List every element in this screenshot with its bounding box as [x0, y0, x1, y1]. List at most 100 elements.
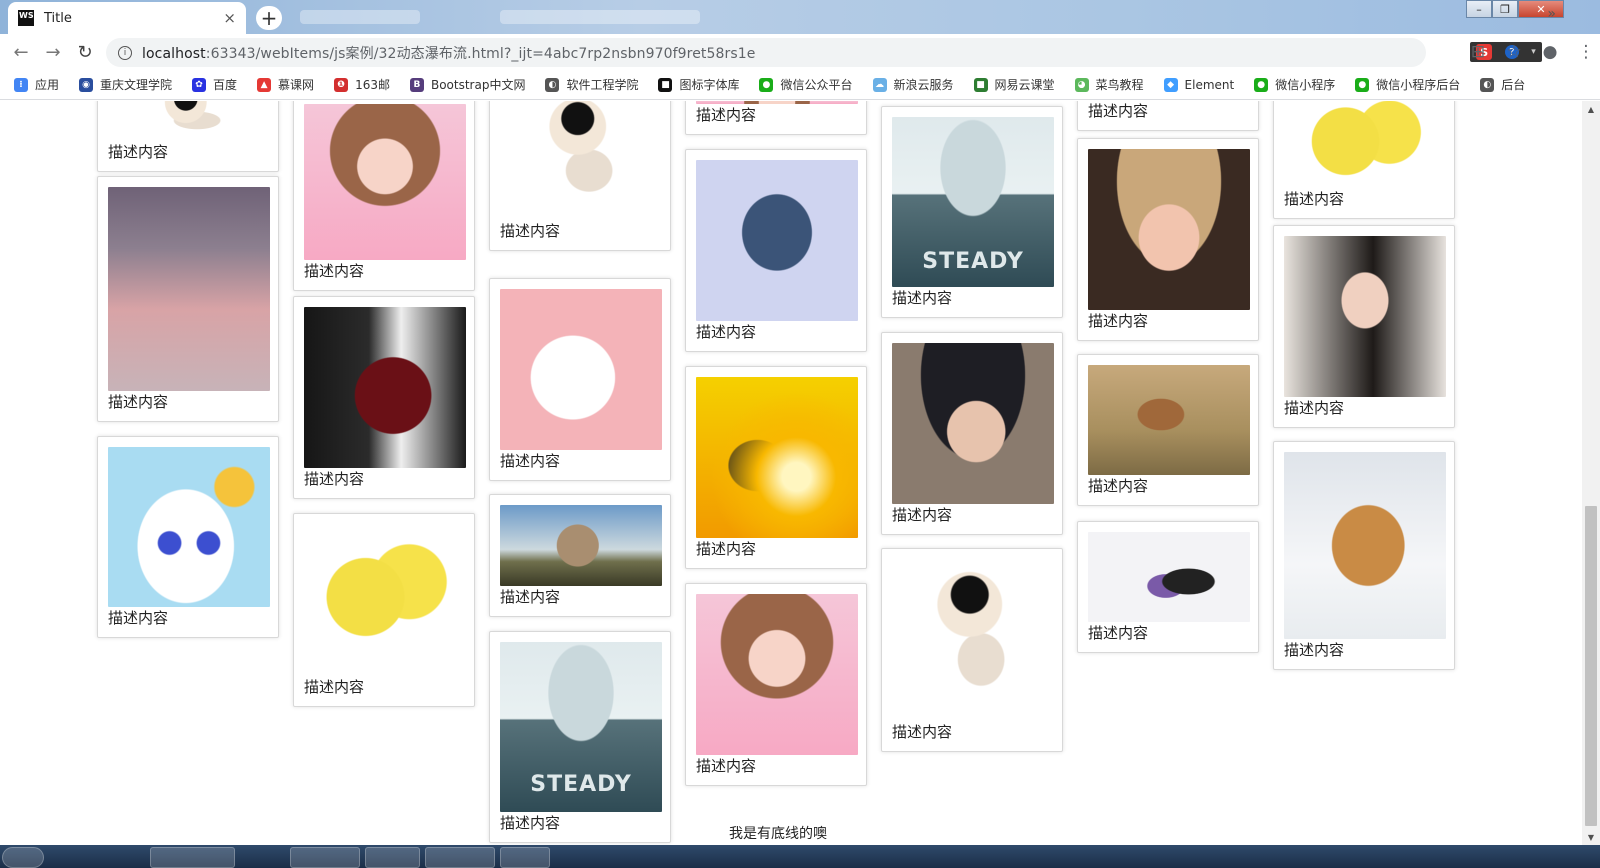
bookmark-item[interactable]: ◉ 重庆文理学院	[79, 76, 172, 93]
bookmark-icon: ◆	[1163, 77, 1178, 92]
background-tab[interactable]	[300, 10, 420, 24]
scroll-down-icon[interactable]: ▼	[1582, 829, 1600, 845]
bookmark-item[interactable]: ◐ 后台	[1480, 76, 1525, 93]
minimize-button[interactable]: –	[1466, 0, 1492, 18]
card-image	[1284, 101, 1446, 188]
taskbar-app[interactable]	[425, 847, 495, 868]
card-caption: 描述内容	[500, 814, 561, 832]
reload-button[interactable]: ↻	[69, 36, 101, 68]
taskbar-app[interactable]	[500, 847, 550, 868]
site-info-icon[interactable]: i	[118, 45, 132, 60]
waterfall-card[interactable]: 描述内容	[489, 494, 671, 617]
bookmark-item[interactable]: ☁ 新浪云服务	[872, 76, 954, 93]
waterfall-card[interactable]: STEADY 描述内容	[881, 106, 1063, 318]
bookmark-item[interactable]: ◆ Element	[1163, 77, 1234, 92]
address-bar[interactable]: i localhost:63343/webItems/js案例/32动态瀑布流.…	[106, 38, 1542, 67]
bookmark-item[interactable]: ● 微信小程序后台	[1355, 76, 1460, 93]
bookmark-item[interactable]: ◐ 软件工程学院	[545, 76, 638, 93]
menu-icon[interactable]: ⋮	[1568, 42, 1600, 62]
bookmark-label: 应用	[35, 78, 60, 92]
bookmarks-bar: ⁝ 应用 ◉ 重庆文理学院 ✿ 百度 ▲ 慕课网 ❶ 163邮 B Bootstrap中文网 ◐ 软件工程…	[0, 70, 1600, 100]
bookmark-label: 软件工程学院	[566, 78, 639, 92]
bookmark-item[interactable]: ● 微信小程序	[1254, 76, 1335, 93]
bookmark-icon: B	[409, 77, 424, 92]
waterfall-card[interactable]: 描述内容	[685, 101, 867, 135]
waterfall-card[interactable]: 描述内容	[1077, 101, 1259, 131]
bookmark-item[interactable]: ▲ 慕课网	[257, 76, 314, 93]
waterfall-card[interactable]: 描述内容	[1273, 441, 1455, 670]
bookmark-star-icon[interactable]: ☆	[1496, 42, 1532, 62]
waterfall-card[interactable]: 描述内容	[293, 101, 475, 291]
waterfall-card[interactable]: 描述内容	[685, 149, 867, 352]
bookmark-item[interactable]: ● 微信公众平台	[759, 76, 853, 93]
bookmark-icon: ■	[658, 77, 673, 92]
taskbar-app[interactable]	[365, 847, 420, 868]
waterfall-card[interactable]: 描述内容	[685, 366, 867, 569]
restore-button[interactable]: ❐	[1492, 0, 1518, 18]
bottom-line-text: 我是有底线的噢	[729, 826, 827, 842]
card-caption: 描述内容	[304, 678, 365, 696]
waterfall-card[interactable]: 描述内容	[97, 436, 279, 638]
bookmark-item[interactable]: ❶ 163邮	[334, 76, 390, 93]
waterfall-card[interactable]: 描述内容	[685, 583, 867, 786]
waterfall-card[interactable]: 描述内容	[489, 278, 671, 481]
bookmark-item[interactable]: ■ 网易云课堂	[973, 76, 1055, 93]
os-taskbar	[0, 845, 1600, 868]
waterfall-card[interactable]: 描述内容	[293, 296, 475, 499]
taskbar-app[interactable]	[290, 847, 360, 868]
waterfall-card[interactable]: 描述内容	[1077, 521, 1259, 653]
card-caption: 描述内容	[696, 540, 757, 558]
waterfall-card[interactable]: 描述内容	[97, 101, 279, 172]
bookmark-label: 重庆文理学院	[100, 78, 173, 92]
card-caption: 描述内容	[696, 757, 757, 775]
bookmark-label: 微信小程序后台	[1376, 78, 1461, 92]
waterfall-card[interactable]: 描述内容	[97, 176, 279, 422]
card-caption: 描述内容	[108, 393, 169, 411]
bookmark-label: 163邮	[355, 78, 390, 92]
scroll-thumb[interactable]	[1585, 506, 1597, 826]
card-image	[1284, 236, 1446, 397]
waterfall-card[interactable]: 描述内容	[1077, 354, 1259, 506]
waterfall-card[interactable]: 描述内容	[881, 332, 1063, 535]
start-button[interactable]	[2, 847, 44, 868]
webstorm-logo-icon: WS	[18, 10, 34, 26]
bookmark-item[interactable]: ⁝ 应用	[14, 76, 59, 93]
waterfall-card[interactable]: 描述内容	[881, 548, 1063, 752]
active-tab[interactable]: WS Title ×	[8, 2, 246, 34]
waterfall-card[interactable]: 描述内容	[1273, 225, 1455, 428]
bookmark-item[interactable]: ✿ 百度	[192, 76, 237, 93]
bookmark-label: 网易云课堂	[994, 78, 1055, 92]
translate-icon[interactable]: ⊞	[1460, 42, 1496, 62]
account-icon[interactable]: ●	[1532, 42, 1568, 62]
bookmark-icon: ●	[1254, 77, 1269, 92]
bookmark-icon: ◕	[1074, 77, 1089, 92]
forward-button[interactable]: →	[37, 36, 69, 68]
card-image	[500, 101, 662, 220]
waterfall-card[interactable]: STEADY 描述内容	[489, 631, 671, 843]
bookmark-icon: ◉	[79, 77, 94, 92]
waterfall-card[interactable]: 描述内容	[1077, 138, 1259, 341]
card-image	[108, 187, 270, 391]
bookmark-item[interactable]: ■ 图标字体库	[658, 76, 739, 93]
bookmark-label: 慕课网	[278, 78, 315, 92]
page-scrollbar[interactable]: ▲ ▼	[1582, 101, 1600, 845]
scroll-up-icon[interactable]: ▲	[1582, 101, 1600, 117]
bookmark-item[interactable]: B Bootstrap中文网	[409, 76, 525, 93]
bookmark-item[interactable]: ◕ 菜鸟教程	[1074, 76, 1144, 93]
waterfall-card[interactable]: 描述内容	[489, 101, 671, 251]
browser-toolbar: ← → ↻ i localhost:63343/webItems/js案例/32…	[0, 34, 1600, 70]
bookmark-label: 后台	[1501, 78, 1526, 92]
card-image	[304, 104, 466, 260]
waterfall-card[interactable]: 描述内容	[1273, 101, 1455, 219]
card-caption: 描述内容	[500, 452, 561, 470]
back-button[interactable]: ←	[5, 36, 37, 68]
waterfall-card[interactable]: 描述内容	[293, 513, 475, 707]
new-tab-button[interactable]: +	[256, 6, 282, 30]
bookmarks-more-icon[interactable]: »	[1547, 6, 1556, 22]
taskbar-app[interactable]	[150, 847, 235, 868]
background-tab[interactable]	[500, 10, 700, 24]
card-caption: 描述内容	[1284, 190, 1345, 208]
close-window-button[interactable]: ✕	[1518, 0, 1564, 18]
bookmark-label: 新浪云服务	[893, 78, 954, 92]
tab-close-icon[interactable]: ×	[223, 9, 236, 27]
